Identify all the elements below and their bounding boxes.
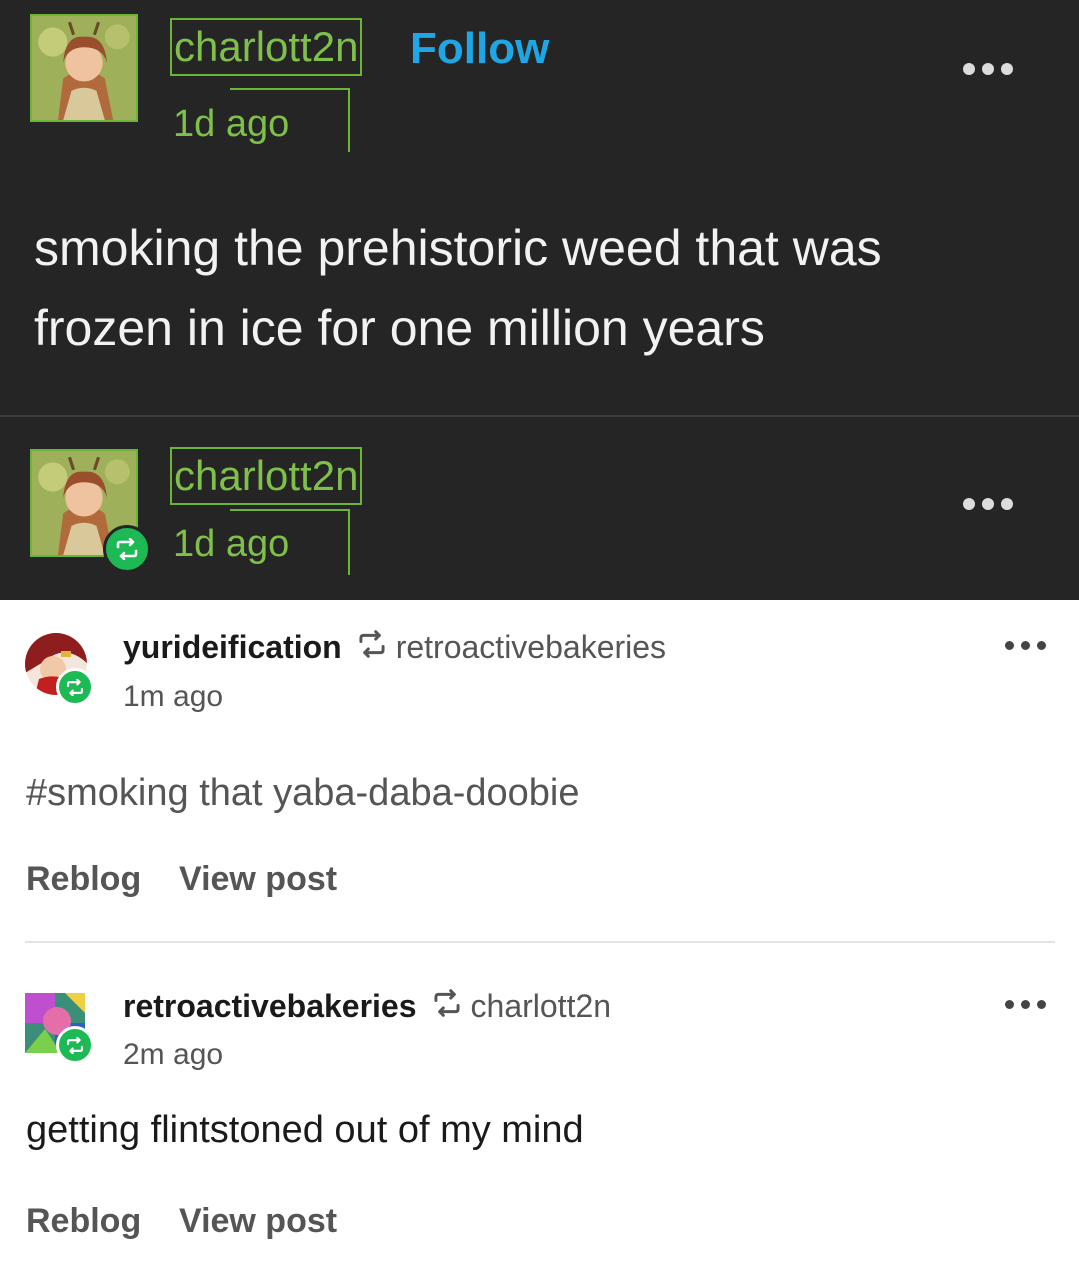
highlight-bracket	[230, 88, 350, 152]
reblog-button[interactable]: Reblog	[26, 858, 141, 900]
note-tag-text[interactable]: #smoking that yaba-daba-doobie	[26, 770, 580, 816]
follow-button[interactable]: Follow	[410, 22, 549, 76]
more-options-icon[interactable]	[963, 63, 1013, 75]
reblog-arrows-icon	[356, 627, 388, 667]
reblog-header: charlott2n 1d ago	[0, 417, 1079, 600]
avatar[interactable]	[30, 14, 138, 122]
note-username-link[interactable]: yurideification	[123, 627, 342, 667]
reblog-arrows-icon	[431, 986, 463, 1026]
note-timestamp: 2m ago	[123, 1038, 224, 1071]
username-link[interactable]: charlott2n	[170, 447, 363, 505]
username-link[interactable]: charlott2n	[170, 18, 363, 76]
reblog-icon	[56, 1026, 94, 1064]
reblog-source-link[interactable]: charlott2n	[471, 986, 612, 1026]
view-post-button[interactable]: View post	[179, 858, 337, 900]
original-post: charlott2n Follow 1d ago smoking the pre…	[0, 0, 1079, 415]
avatar-image-icon	[32, 16, 136, 120]
more-options-icon[interactable]	[1005, 1000, 1046, 1009]
post-body-text: smoking the prehistoric weed that was fr…	[34, 220, 882, 356]
divider	[25, 941, 1055, 943]
note-timestamp: 1m ago	[123, 680, 224, 713]
reblog-button[interactable]: Reblog	[26, 1200, 141, 1242]
reblog-icon	[56, 668, 94, 706]
note-body-text: getting flintstoned out of my mind	[26, 1109, 584, 1151]
highlight-bracket	[230, 509, 350, 575]
note-username-link[interactable]: retroactivebakeries	[123, 986, 417, 1026]
view-post-button[interactable]: View post	[179, 1200, 337, 1242]
more-options-icon[interactable]	[963, 498, 1013, 510]
reblog-source-link[interactable]: retroactivebakeries	[396, 627, 666, 667]
reblog-icon	[103, 525, 151, 573]
more-options-icon[interactable]	[1005, 641, 1046, 650]
